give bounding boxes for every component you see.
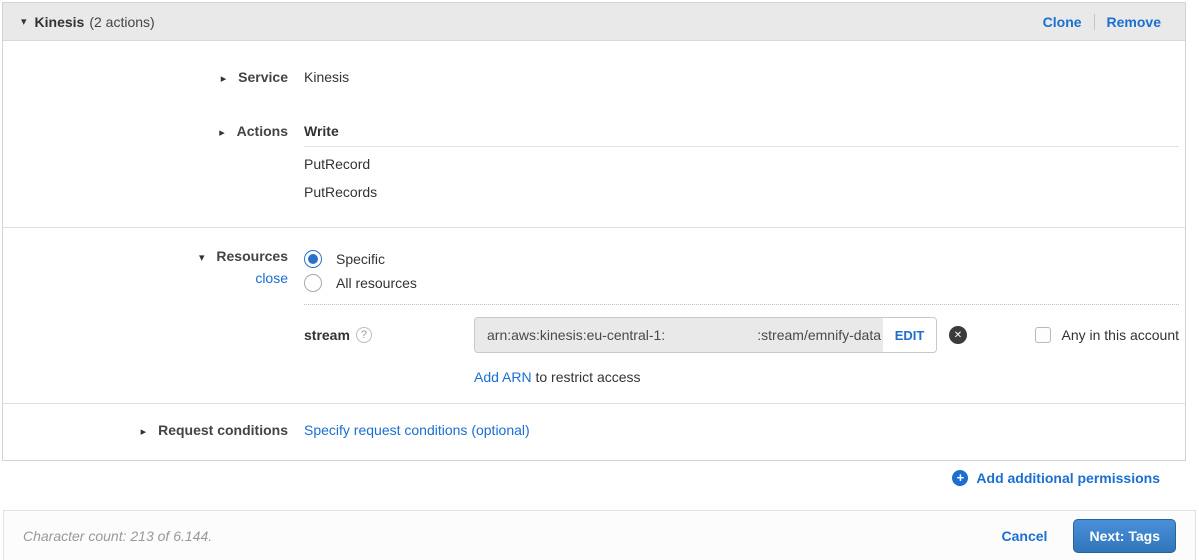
add-additional-permissions-link[interactable]: Add additional permissions — [976, 470, 1160, 486]
permission-card-header: ▾ Kinesis (2 actions) Clone Remove — [3, 3, 1185, 41]
arn-suffix: :stream/emnify-data — [757, 327, 881, 343]
section-service-actions: ▸ Service Kinesis ▸ Actions Write PutRec… — [3, 41, 1185, 227]
specify-request-conditions-link[interactable]: Specify request conditions (optional) — [304, 422, 530, 438]
add-arn-suffix: to restrict access — [531, 369, 641, 385]
stream-row: stream ? arn:aws:kinesis:eu-central-1: :… — [304, 317, 1179, 353]
add-permissions-row: + Add additional permissions — [952, 470, 1160, 486]
stream-label-wrap: stream ? — [304, 327, 474, 343]
radio-option-specific: Specific — [304, 248, 1179, 270]
caret-down-icon[interactable]: ▾ — [199, 251, 205, 264]
close-link[interactable]: close — [23, 270, 288, 286]
radio-dot — [308, 254, 318, 264]
actions-group-header: Write — [304, 123, 1179, 147]
permission-card: ▾ Kinesis (2 actions) Clone Remove ▸ Ser… — [2, 2, 1186, 461]
arn-prefix: arn:aws:kinesis:eu-central-1: — [487, 327, 666, 343]
action-item: PutRecord — [304, 156, 371, 172]
radio-specific-label[interactable]: Specific — [336, 251, 385, 267]
radio-all-resources[interactable] — [304, 274, 322, 292]
resources-label-col: ▾ Resources close — [23, 248, 288, 385]
request-conditions-label[interactable]: Request conditions — [158, 422, 288, 438]
resources-label[interactable]: Resources — [216, 248, 288, 264]
section-request-conditions: ▸ Request conditions Specify request con… — [3, 403, 1185, 460]
radio-option-all-resources: All resources — [304, 272, 1179, 294]
arn-box: arn:aws:kinesis:eu-central-1: :stream/em… — [474, 317, 937, 353]
request-conditions-value-col: Specify request conditions (optional) — [304, 422, 1179, 438]
footer-bar: Character count: 213 of 6.144. Cancel Ne… — [3, 510, 1196, 560]
actions-row: ▸ Actions Write PutRecord PutRecords — [23, 111, 1179, 227]
any-account-label[interactable]: Any in this account — [1061, 327, 1179, 343]
section-resources: ▾ Resources close Specific All resources — [3, 227, 1185, 403]
actions-label[interactable]: Actions — [237, 123, 288, 139]
add-arn-line: Add ARN to restrict access — [474, 369, 1179, 385]
dotted-divider — [304, 304, 1179, 305]
footer-actions: Cancel Next: Tags — [1002, 518, 1176, 553]
remove-button[interactable]: Remove — [1107, 14, 1161, 30]
resources-value-col: Specific All resources stream ? arn:aws:… — [304, 248, 1179, 385]
resources-row: ▾ Resources close Specific All resources — [23, 228, 1179, 403]
help-icon[interactable]: ? — [355, 327, 372, 343]
radio-all-resources-label[interactable]: All resources — [336, 275, 417, 291]
arn-value: arn:aws:kinesis:eu-central-1: :stream/em… — [475, 318, 883, 352]
action-count: (2 actions) — [89, 13, 155, 30]
edit-arn-button[interactable]: EDIT — [883, 318, 936, 352]
request-conditions-row: ▸ Request conditions Specify request con… — [23, 404, 1179, 460]
service-value-col: Kinesis — [304, 69, 1179, 85]
stream-block: stream ? arn:aws:kinesis:eu-central-1: :… — [304, 317, 1179, 385]
service-title: Kinesis — [34, 13, 85, 30]
remove-arn-icon[interactable]: ✕ — [949, 326, 967, 344]
stream-label: stream — [304, 327, 350, 343]
service-value: Kinesis — [304, 69, 350, 85]
caret-right-icon[interactable]: ▸ — [141, 425, 147, 438]
service-label-col: ▸ Service — [23, 69, 288, 85]
any-account-checkbox[interactable] — [1035, 327, 1052, 343]
actions-label-col: ▸ Actions — [23, 123, 288, 203]
caret-down-icon[interactable]: ▾ — [21, 15, 27, 28]
any-account-group: Any in this account — [1035, 327, 1179, 343]
header-divider — [1093, 13, 1095, 30]
service-label[interactable]: Service — [238, 69, 288, 85]
add-arn-link[interactable]: Add ARN — [474, 369, 532, 385]
action-item: PutRecords — [304, 184, 378, 200]
header-actions: Clone Remove — [1043, 13, 1161, 30]
clone-button[interactable]: Clone — [1043, 14, 1082, 30]
service-row: ▸ Service Kinesis — [23, 41, 1179, 111]
caret-right-icon[interactable]: ▸ — [221, 72, 227, 85]
actions-value-col: Write PutRecord PutRecords — [304, 123, 1179, 203]
plus-circle-icon[interactable]: + — [952, 470, 969, 486]
character-count: Character count: 213 of 6.144. — [23, 527, 213, 544]
cancel-button[interactable]: Cancel — [1002, 528, 1048, 544]
caret-right-icon[interactable]: ▸ — [219, 126, 225, 139]
radio-specific[interactable] — [304, 250, 322, 268]
request-conditions-label-col: ▸ Request conditions — [23, 422, 288, 438]
next-tags-button[interactable]: Next: Tags — [1073, 518, 1176, 553]
